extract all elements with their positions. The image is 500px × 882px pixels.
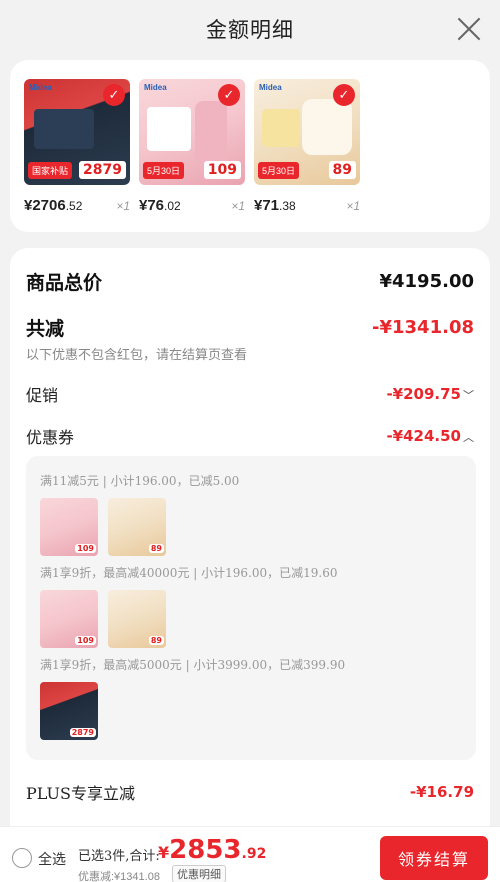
- reduce-label: 共减: [26, 318, 65, 340]
- product-image: Midea 5月30日 109 ✓: [139, 79, 245, 185]
- chevron-down-icon[interactable]: ﹀: [463, 387, 474, 403]
- product-badge-price: 2879: [79, 161, 126, 179]
- discount-summary: 优惠减:¥1341.08: [78, 871, 160, 882]
- product-badge-price: 109: [203, 161, 241, 179]
- brand-label: Midea: [259, 83, 282, 92]
- chevron-up-icon[interactable]: ︿: [463, 429, 474, 445]
- selected-summary: 已选3件,合计:: [78, 849, 160, 864]
- product-qty: ×1: [231, 199, 245, 213]
- thumb-badge-price: 109: [75, 636, 96, 645]
- promo-value: -¥209.75: [386, 384, 461, 403]
- coupon-product-thumb: 89: [108, 498, 166, 556]
- product-tag: 5月30日: [258, 162, 300, 179]
- plus-value: -¥16.79: [409, 783, 474, 801]
- product-shape: [147, 107, 191, 151]
- coupon-line: 满1享9折，最高减5000元 | 小计3999.00，已减399.90: [40, 658, 346, 672]
- reduce-value: -¥1341.08: [372, 317, 474, 338]
- brand-label: Midea: [29, 83, 52, 92]
- product-shape: [302, 99, 352, 155]
- product-price: ¥76.02: [139, 197, 181, 214]
- coupon-label: 优惠券: [26, 428, 75, 447]
- check-icon[interactable]: ✓: [218, 84, 240, 106]
- product-qty: ×1: [116, 199, 130, 213]
- check-icon[interactable]: ✓: [333, 84, 355, 106]
- product-tag: 国家补贴: [28, 162, 73, 179]
- coupon-detail-box: 满11减5元 | 小计196.00，已减5.00 109 89 满1享9折，最高…: [26, 456, 476, 760]
- check-icon[interactable]: ✓: [103, 84, 125, 106]
- total-amount: ¥2853.92: [158, 835, 267, 865]
- product-qty: ×1: [346, 199, 360, 213]
- promo-row[interactable]: 促销 -¥209.75 ﹀: [26, 382, 474, 406]
- discount-detail-tag[interactable]: 优惠明细: [172, 865, 226, 882]
- product-price: ¥2706.52: [24, 197, 83, 214]
- product-image: Midea 国家补贴 2879 ✓: [24, 79, 130, 185]
- product-item[interactable]: Midea 5月30日 109 ✓ ¥76.02 ×1: [139, 79, 245, 214]
- product-tag: 5月30日: [143, 162, 185, 179]
- coupon-product-thumb: 2879: [40, 682, 98, 740]
- product-shape: [262, 109, 300, 147]
- product-item[interactable]: Midea 5月30日 89 ✓ ¥71.38 ×1: [254, 79, 360, 214]
- thumb-badge-price: 89: [148, 544, 164, 553]
- close-icon[interactable]: [456, 16, 482, 42]
- product-item[interactable]: Midea 国家补贴 2879 ✓ ¥2706.52 ×1: [24, 79, 130, 214]
- promo-value-wrap: -¥209.75 ﹀: [386, 385, 474, 404]
- coupon-line: 满1享9折，最高减40000元 | 小计196.00，已减19.60: [40, 566, 338, 580]
- checkout-bar: 全选 已选3件,合计: ¥2853.92 优惠减:¥1341.08 优惠明细 领…: [0, 826, 500, 882]
- total-price-label: 商品总价: [26, 272, 103, 294]
- total-price-row: 商品总价 ¥4195.00: [26, 268, 474, 295]
- total-price-value: ¥4195.00: [379, 271, 474, 292]
- coupon-product-thumb: 89: [108, 590, 166, 648]
- promo-label: 促销: [26, 386, 59, 405]
- thumb-badge-price: 109: [75, 544, 96, 553]
- coupon-value: -¥424.50: [386, 426, 461, 445]
- product-card: Midea 国家补贴 2879 ✓ ¥2706.52 ×1 Midea 5月30…: [10, 60, 490, 232]
- plus-row: PLUS专享立减 -¥16.79: [26, 780, 474, 804]
- reduce-row: 共减 -¥1341.08: [26, 314, 474, 341]
- plus-label: PLUS专享立减: [26, 784, 135, 803]
- amount-detail-card: 商品总价 ¥4195.00 共减 -¥1341.08 以下优惠不包含红包，请在结…: [10, 248, 490, 882]
- header: 金额明细: [0, 0, 500, 58]
- thumb-badge-price: 89: [148, 636, 164, 645]
- discount-note: 以下优惠不包含红包，请在结算页查看: [26, 348, 248, 363]
- page-title: 金额明细: [206, 18, 294, 42]
- coupon-product-thumb: 109: [40, 498, 98, 556]
- product-shape: [34, 109, 94, 149]
- brand-label: Midea: [144, 83, 167, 92]
- coupon-value-wrap: -¥424.50 ︿: [386, 427, 474, 446]
- select-all-radio[interactable]: [12, 848, 32, 868]
- coupon-line: 满11减5元 | 小计196.00，已减5.00: [40, 474, 240, 488]
- product-shape: [195, 101, 227, 163]
- product-price: ¥71.38: [254, 197, 296, 214]
- product-image: Midea 5月30日 89 ✓: [254, 79, 360, 185]
- thumb-badge-price: 2879: [69, 728, 96, 737]
- coupon-row[interactable]: 优惠券 -¥424.50 ︿: [26, 424, 474, 448]
- product-badge-price: 89: [328, 161, 356, 179]
- checkout-button[interactable]: 领券结算: [380, 836, 488, 880]
- select-all-label[interactable]: 全选: [38, 849, 66, 869]
- coupon-product-thumb: 109: [40, 590, 98, 648]
